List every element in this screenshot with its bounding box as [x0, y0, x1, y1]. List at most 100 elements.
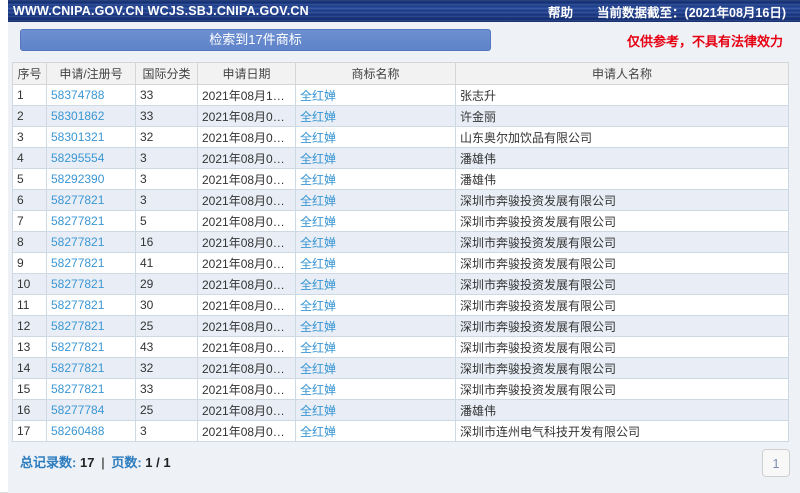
- cell-reg-no-link[interactable]: 58277821: [47, 337, 136, 358]
- cell-reg-no-link[interactable]: 58277821: [47, 274, 136, 295]
- results-table: 序号 申请/注册号 国际分类 申请日期 商标名称 申请人名称 1 5837478…: [12, 62, 789, 442]
- table-row: 10 58277821 29 2021年08月06日 全红婵 深圳市奔骏投资发展…: [13, 274, 789, 295]
- cell-reg-no-link[interactable]: 58277821: [47, 379, 136, 400]
- cell-no: 3: [13, 127, 47, 148]
- cell-applicant: 深圳市奔骏投资发展有限公司: [456, 190, 789, 211]
- cell-intl-class: 5: [136, 211, 198, 232]
- cell-mark-link[interactable]: 全红婵: [296, 400, 456, 421]
- cell-reg-no-link[interactable]: 58295554: [47, 148, 136, 169]
- cell-mark-link[interactable]: 全红婵: [296, 127, 456, 148]
- cell-apply-date: 2021年08月06日: [198, 232, 296, 253]
- cell-intl-class: 3: [136, 169, 198, 190]
- cell-mark-link[interactable]: 全红婵: [296, 274, 456, 295]
- cell-reg-no-link[interactable]: 58277821: [47, 211, 136, 232]
- page: WWW.CNIPA.GOV.CN WCJS.SBJ.CNIPA.GOV.CN 帮…: [0, 0, 800, 493]
- cell-intl-class: 32: [136, 127, 198, 148]
- cell-applicant: 潘雄伟: [456, 169, 789, 190]
- cell-intl-class: 16: [136, 232, 198, 253]
- cell-intl-class: 29: [136, 274, 198, 295]
- table-row: 5 58292390 3 2021年08月06日 全红婵 潘雄伟: [13, 169, 789, 190]
- total-records-label: 总记录数:: [20, 455, 76, 470]
- cell-apply-date: 2021年08月06日: [198, 295, 296, 316]
- cell-applicant: 深圳市奔骏投资发展有限公司: [456, 274, 789, 295]
- cell-apply-date: 2021年08月06日: [198, 337, 296, 358]
- cell-apply-date: 2021年08月10日: [198, 85, 296, 106]
- table-row: 3 58301321 32 2021年08月07日 全红婵 山东奥尔加饮品有限公…: [13, 127, 789, 148]
- cell-mark-link[interactable]: 全红婵: [296, 295, 456, 316]
- content-area: 检索到17件商标 仅供参考，不具有法律效力 序号 申请/注册号 国际分类 申请日…: [8, 22, 800, 493]
- cell-reg-no-link[interactable]: 58277821: [47, 253, 136, 274]
- cell-mark-link[interactable]: 全红婵: [296, 148, 456, 169]
- cell-apply-date: 2021年08月07日: [198, 106, 296, 127]
- cell-reg-no-link[interactable]: 58277821: [47, 190, 136, 211]
- cell-applicant: 深圳市奔骏投资发展有限公司: [456, 358, 789, 379]
- record-info: 总记录数: 17 | 页数: 1 / 1: [20, 452, 171, 471]
- cell-no: 13: [13, 337, 47, 358]
- cell-intl-class: 3: [136, 190, 198, 211]
- total-records-value: 17: [80, 455, 94, 470]
- cell-reg-no-link[interactable]: 58277821: [47, 232, 136, 253]
- col-header-no: 序号: [13, 63, 47, 85]
- cell-applicant: 深圳市奔骏投资发展有限公司: [456, 295, 789, 316]
- cell-mark-link[interactable]: 全红婵: [296, 190, 456, 211]
- table-body: 1 58374788 33 2021年08月10日 全红婵 张志升 2 5830…: [13, 85, 789, 442]
- cell-apply-date: 2021年08月06日: [198, 379, 296, 400]
- cell-reg-no-link[interactable]: 58301321: [47, 127, 136, 148]
- cell-mark-link[interactable]: 全红婵: [296, 253, 456, 274]
- help-link[interactable]: 帮助: [548, 2, 573, 21]
- col-header-apply-date: 申请日期: [198, 63, 296, 85]
- cell-mark-link[interactable]: 全红婵: [296, 379, 456, 400]
- cell-mark-link[interactable]: 全红婵: [296, 211, 456, 232]
- cell-reg-no-link[interactable]: 58260488: [47, 421, 136, 442]
- cell-mark-link[interactable]: 全红婵: [296, 232, 456, 253]
- cell-mark-link[interactable]: 全红婵: [296, 337, 456, 358]
- cell-intl-class: 32: [136, 358, 198, 379]
- cell-intl-class: 3: [136, 421, 198, 442]
- topbar: WWW.CNIPA.GOV.CN WCJS.SBJ.CNIPA.GOV.CN 帮…: [8, 0, 800, 22]
- cell-intl-class: 30: [136, 295, 198, 316]
- cell-apply-date: 2021年08月05日: [198, 421, 296, 442]
- cell-no: 2: [13, 106, 47, 127]
- table-row: 15 58277821 33 2021年08月06日 全红婵 深圳市奔骏投资发展…: [13, 379, 789, 400]
- page-1-button[interactable]: 1: [762, 449, 790, 477]
- cell-no: 4: [13, 148, 47, 169]
- table-row: 1 58374788 33 2021年08月10日 全红婵 张志升: [13, 85, 789, 106]
- footer: 总记录数: 17 | 页数: 1 / 1 1: [8, 442, 800, 477]
- cell-reg-no-link[interactable]: 58277821: [47, 358, 136, 379]
- data-cutoff-text: 当前数据截至：(2021年08月16日): [597, 2, 786, 21]
- cell-intl-class: 25: [136, 400, 198, 421]
- table-row: 4 58295554 3 2021年08月06日 全红婵 潘雄伟: [13, 148, 789, 169]
- table-row: 12 58277821 25 2021年08月06日 全红婵 深圳市奔骏投资发展…: [13, 316, 789, 337]
- cell-no: 7: [13, 211, 47, 232]
- cell-apply-date: 2021年08月06日: [198, 400, 296, 421]
- cell-mark-link[interactable]: 全红婵: [296, 106, 456, 127]
- cell-reg-no-link[interactable]: 58374788: [47, 85, 136, 106]
- cell-apply-date: 2021年08月06日: [198, 211, 296, 232]
- cell-no: 5: [13, 169, 47, 190]
- cell-reg-no-link[interactable]: 58277821: [47, 295, 136, 316]
- table-row: 9 58277821 41 2021年08月06日 全红婵 深圳市奔骏投资发展有…: [13, 253, 789, 274]
- cell-mark-link[interactable]: 全红婵: [296, 316, 456, 337]
- cell-mark-link[interactable]: 全红婵: [296, 169, 456, 190]
- cell-mark-link[interactable]: 全红婵: [296, 421, 456, 442]
- cell-intl-class: 25: [136, 316, 198, 337]
- cell-applicant: 深圳市奔骏投资发展有限公司: [456, 232, 789, 253]
- col-header-reg-no: 申请/注册号: [47, 63, 136, 85]
- cell-intl-class: 33: [136, 106, 198, 127]
- cell-no: 15: [13, 379, 47, 400]
- cell-applicant: 潘雄伟: [456, 148, 789, 169]
- cell-reg-no-link[interactable]: 58277821: [47, 316, 136, 337]
- cell-mark-link[interactable]: 全红婵: [296, 358, 456, 379]
- cell-intl-class: 41: [136, 253, 198, 274]
- cell-applicant: 深圳市奔骏投资发展有限公司: [456, 253, 789, 274]
- record-separator: |: [98, 455, 108, 470]
- result-count-button[interactable]: 检索到17件商标: [20, 29, 491, 51]
- cell-mark-link[interactable]: 全红婵: [296, 85, 456, 106]
- cell-reg-no-link[interactable]: 58292390: [47, 169, 136, 190]
- cell-reg-no-link[interactable]: 58301862: [47, 106, 136, 127]
- table-row: 6 58277821 3 2021年08月06日 全红婵 深圳市奔骏投资发展有限…: [13, 190, 789, 211]
- pages-value: 1 / 1: [145, 455, 170, 470]
- pages-label: 页数:: [111, 455, 141, 470]
- cell-reg-no-link[interactable]: 58277784: [47, 400, 136, 421]
- cell-no: 6: [13, 190, 47, 211]
